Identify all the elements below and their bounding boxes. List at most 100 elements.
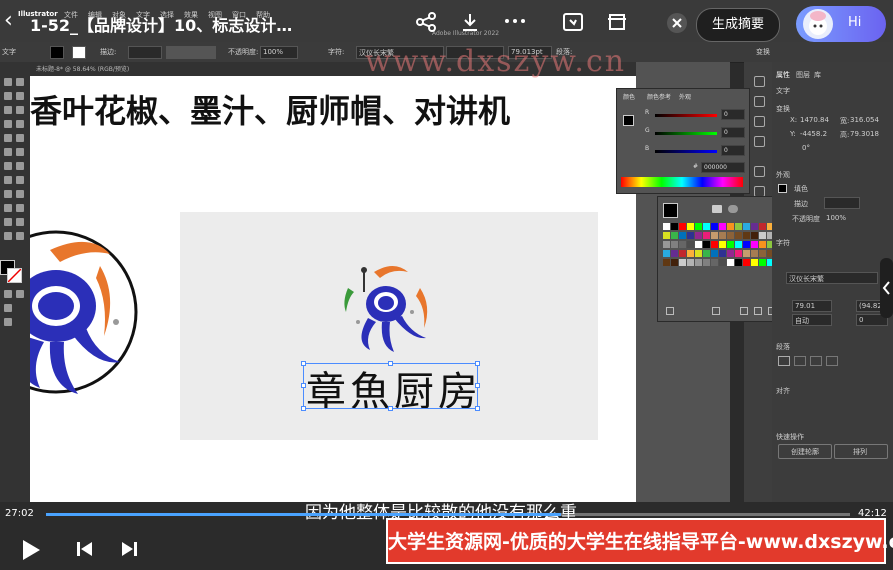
new-folder-icon[interactable]: [740, 307, 748, 315]
hand-tool-icon[interactable]: [4, 232, 12, 240]
color-swatch[interactable]: [711, 232, 718, 239]
color-swatch[interactable]: [735, 259, 742, 266]
color-swatch[interactable]: [735, 250, 742, 257]
color-swatch[interactable]: [751, 259, 758, 266]
color-swatch[interactable]: [711, 250, 718, 257]
scale-tool-icon[interactable]: [16, 148, 24, 156]
capture-icon[interactable]: [606, 11, 628, 33]
color-swatch[interactable]: [663, 259, 670, 266]
artboard-tool-icon[interactable]: [4, 218, 12, 226]
x-value[interactable]: 1470.84: [800, 116, 829, 124]
color-swatch[interactable]: [759, 250, 766, 257]
color-swatch[interactable]: [679, 250, 686, 257]
screen-mode-icon[interactable]: [4, 304, 12, 312]
symbol-sprayer-tool-icon[interactable]: [4, 204, 12, 212]
eyedropper-tool-icon[interactable]: [4, 190, 12, 198]
color-swatch[interactable]: [695, 223, 702, 230]
g-field[interactable]: 0: [721, 127, 745, 138]
opacity-value[interactable]: 100%: [826, 214, 846, 222]
layers-tab[interactable]: 图层: [796, 70, 810, 80]
swatch-library-icon[interactable]: [712, 205, 722, 213]
more-icon[interactable]: [504, 16, 526, 26]
shape-builder-tool-icon[interactable]: [4, 176, 12, 184]
justify-icon[interactable]: [826, 356, 838, 366]
column-graph-tool-icon[interactable]: [16, 204, 24, 212]
stroke-weight-field[interactable]: [824, 197, 860, 209]
swatch-libraries-menu-icon[interactable]: [666, 307, 674, 315]
color-swatch[interactable]: [703, 232, 710, 239]
color-fill-box[interactable]: [623, 115, 634, 126]
color-swatch[interactable]: [727, 259, 734, 266]
color-swatch[interactable]: [711, 241, 718, 248]
r-slider[interactable]: [655, 114, 717, 117]
color-swatch[interactable]: [759, 259, 766, 266]
stroke-panel-icon[interactable]: [754, 166, 765, 177]
color-swatch[interactable]: [759, 223, 766, 230]
color-swatch[interactable]: [735, 223, 742, 230]
selection-bounding-box[interactable]: [301, 361, 480, 411]
color-swatch[interactable]: [695, 250, 702, 257]
pencil-tool-icon[interactable]: [4, 134, 12, 142]
color-swatch[interactable]: [759, 232, 766, 239]
rotate-tool-icon[interactable]: [4, 148, 12, 156]
color-swatch[interactable]: [663, 250, 670, 257]
share-icon[interactable]: [416, 12, 436, 32]
color-swatch[interactable]: [743, 259, 750, 266]
assistant-button[interactable]: Hi: [796, 6, 886, 42]
stroke-swatch[interactable]: [72, 46, 86, 59]
color-swatch[interactable]: [727, 223, 734, 230]
resize-handle[interactable]: [301, 383, 306, 388]
color-swatch[interactable]: [671, 250, 678, 257]
swatch-fill-box[interactable]: [663, 203, 678, 218]
appearance-fill-swatch[interactable]: [778, 184, 787, 193]
color-swatch[interactable]: [743, 241, 750, 248]
color-swatch[interactable]: [679, 241, 686, 248]
color-swatch[interactable]: [703, 223, 710, 230]
arrange-button[interactable]: 排列: [834, 444, 888, 459]
create-outlines-button[interactable]: 创建轮廓: [778, 444, 832, 459]
color-swatch[interactable]: [719, 232, 726, 239]
color-tab[interactable]: 颜色: [623, 92, 635, 101]
side-expand-icon[interactable]: [880, 258, 893, 318]
w-value[interactable]: 316.054: [850, 116, 879, 124]
transform-label[interactable]: 变换: [756, 47, 770, 57]
stroke-width-field[interactable]: [128, 46, 162, 59]
color-swatch[interactable]: [663, 241, 670, 248]
previous-icon[interactable]: [76, 540, 94, 558]
download-icon[interactable]: [460, 12, 480, 32]
rectangle-tool-icon[interactable]: [4, 120, 12, 128]
color-swatch[interactable]: [735, 232, 742, 239]
pip-icon[interactable]: [562, 12, 584, 32]
color-swatch[interactable]: [663, 232, 670, 239]
color-swatch[interactable]: [727, 241, 734, 248]
stroke-color-box[interactable]: [7, 268, 22, 283]
r-field[interactable]: 0: [721, 109, 745, 120]
new-swatch-icon[interactable]: [754, 307, 762, 315]
play-icon[interactable]: [20, 538, 42, 562]
appearance-tab[interactable]: 外观: [679, 92, 691, 101]
symbols-panel-icon[interactable]: [754, 136, 765, 147]
color-swatch[interactable]: [719, 259, 726, 266]
h-value[interactable]: 79.3018: [850, 130, 879, 138]
progress-bar[interactable]: [46, 513, 850, 516]
pen-tool-icon[interactable]: [4, 92, 12, 100]
properties-tab[interactable]: 属性: [776, 70, 790, 80]
color-swatch[interactable]: [703, 259, 710, 266]
curvature-tool-icon[interactable]: [16, 92, 24, 100]
slice-tool-icon[interactable]: [16, 218, 24, 226]
align-center-icon[interactable]: [794, 356, 806, 366]
kerning-field[interactable]: 自动: [792, 314, 832, 326]
color-swatch[interactable]: [671, 259, 678, 266]
eraser-tool-icon[interactable]: [16, 134, 24, 142]
back-icon[interactable]: ‹: [4, 8, 13, 33]
swatch-grid[interactable]: [663, 223, 779, 271]
fill-swatch[interactable]: [50, 46, 64, 59]
color-mode-icon[interactable]: [4, 290, 12, 298]
color-swatch[interactable]: [663, 223, 670, 230]
color-swatch[interactable]: [711, 259, 718, 266]
selection-tool-icon[interactable]: [4, 78, 12, 86]
font-family-field[interactable]: 汉仪长宋繁: [786, 272, 878, 284]
line-tool-icon[interactable]: [16, 106, 24, 114]
resize-handle[interactable]: [301, 406, 306, 411]
direct-selection-tool-icon[interactable]: [16, 78, 24, 86]
